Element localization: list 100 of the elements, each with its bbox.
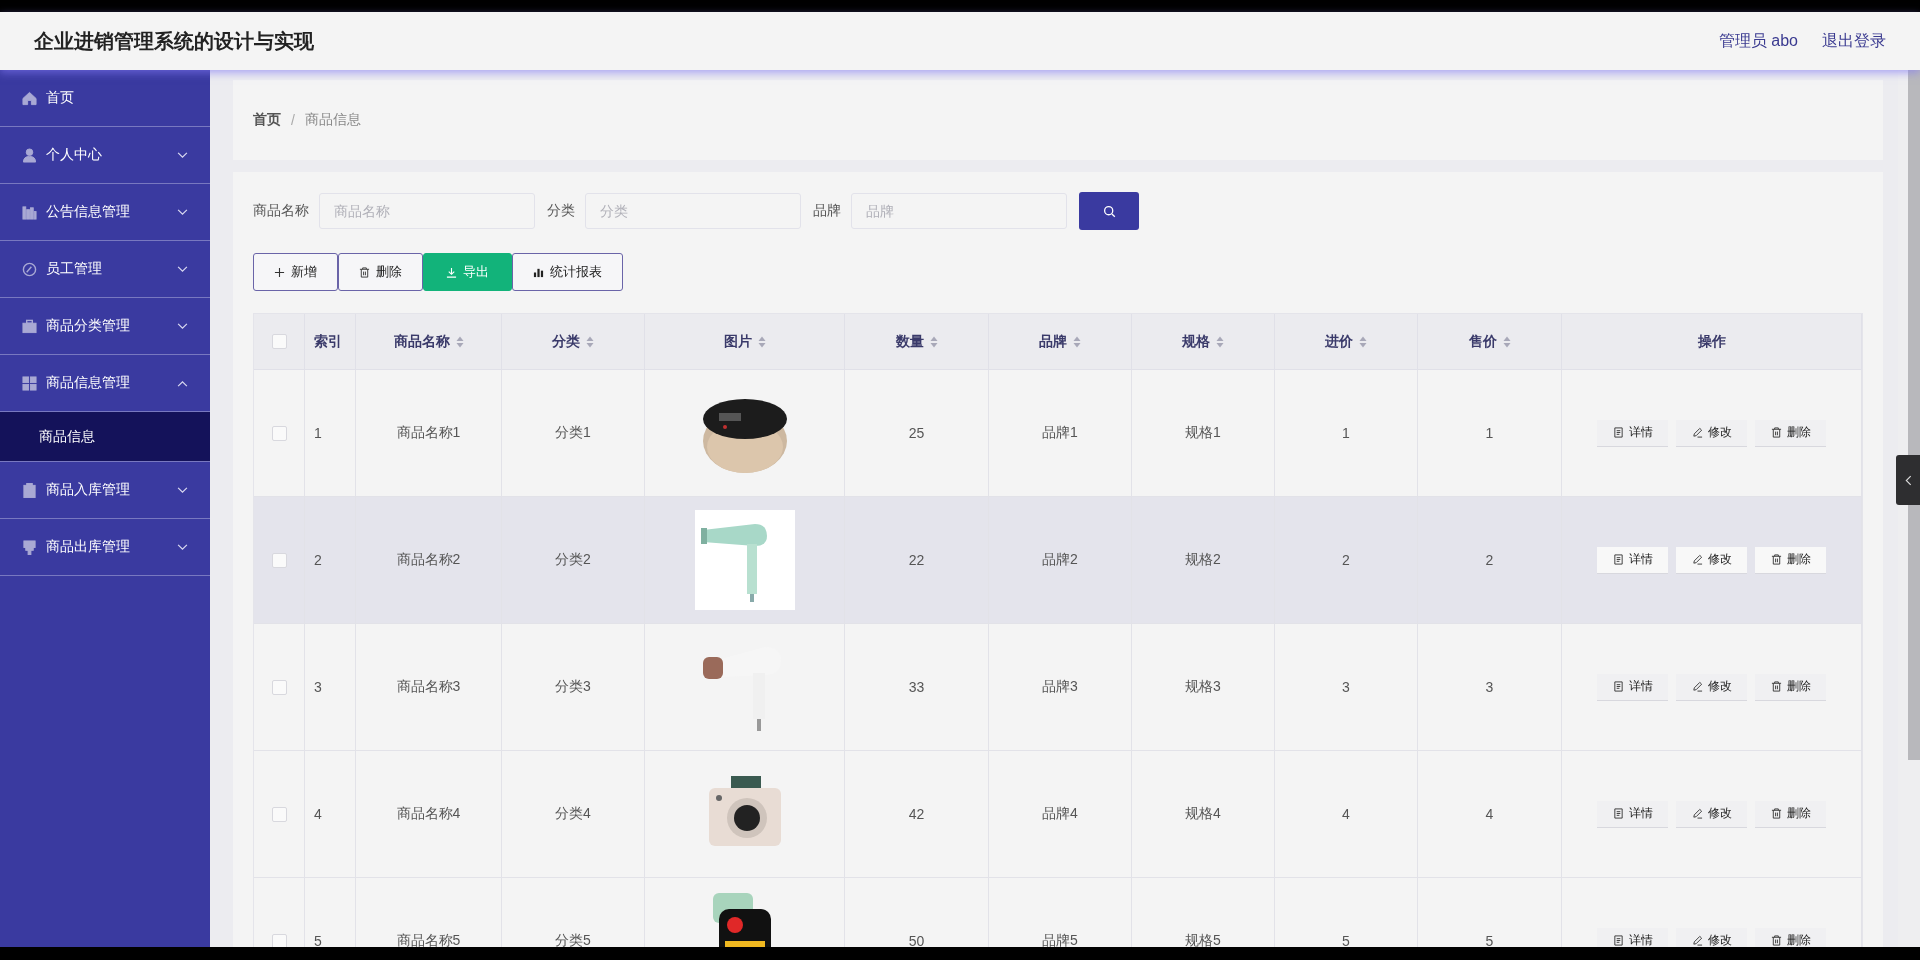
sort-icon[interactable] xyxy=(757,335,766,348)
index-cell: 5 xyxy=(314,933,322,947)
delete-button[interactable]: 删除 xyxy=(338,253,423,291)
sidebar-item[interactable]: 首页 xyxy=(0,70,210,127)
chevron-down-icon xyxy=(177,151,188,159)
pencil-icon xyxy=(1691,554,1703,565)
row-checkbox[interactable] xyxy=(271,425,287,441)
collapse-tab[interactable] xyxy=(1896,455,1920,505)
logout-link[interactable]: 退出登录 xyxy=(1822,30,1886,52)
spec-cell: 规格3 xyxy=(1185,678,1221,696)
sidebar-item[interactable]: 商品出库管理 xyxy=(0,519,210,576)
user-name: 管理员 abo xyxy=(1718,30,1798,51)
sort-icon[interactable] xyxy=(929,335,938,348)
cost-cell: 5 xyxy=(1342,933,1350,947)
sidebar-item[interactable]: 商品入库管理 xyxy=(0,462,210,519)
pencil-icon xyxy=(1691,808,1703,819)
field-label: 商品名称 xyxy=(253,202,309,220)
category-cell: 分类4 xyxy=(555,805,591,823)
sort-icon[interactable] xyxy=(1359,335,1367,348)
trash-icon xyxy=(1770,808,1782,819)
detail-button[interactable]: 详情 xyxy=(1597,419,1668,447)
category-cell: 分类3 xyxy=(555,678,591,696)
briefcase-icon xyxy=(22,318,37,334)
search-button[interactable] xyxy=(1079,192,1139,230)
chevron-up-icon xyxy=(177,379,188,387)
delete-button[interactable]: 删除 xyxy=(1755,419,1826,447)
spec-cell: 规格2 xyxy=(1185,551,1221,569)
edit-button[interactable]: 修改 xyxy=(1676,927,1747,947)
edit-button[interactable]: 修改 xyxy=(1676,673,1747,701)
spec-cell: 规格1 xyxy=(1185,424,1221,442)
search-icon xyxy=(1102,204,1116,218)
sidebar-subitem[interactable]: 商品信息 xyxy=(0,412,210,462)
name-cell: 商品名称2 xyxy=(396,551,461,569)
document-icon xyxy=(1612,808,1624,819)
row-checkbox[interactable] xyxy=(271,679,287,695)
spec-cell: 规格5 xyxy=(1185,932,1221,947)
row-checkbox[interactable] xyxy=(271,552,287,568)
search-field[interactable]: 品牌 xyxy=(851,193,1067,229)
search-field[interactable]: 分类 xyxy=(585,193,801,229)
column-header: 图片 xyxy=(723,332,752,351)
breadcrumb-link[interactable]: 首页 xyxy=(253,111,281,129)
column-header: 数量 xyxy=(895,332,924,351)
row-checkbox[interactable] xyxy=(271,933,287,947)
sort-icon[interactable] xyxy=(1073,335,1081,348)
name-cell: 商品名称4 xyxy=(396,805,461,823)
table-row[interactable]: 3 商品名称3 分类3 33 品牌3 规格3 3 3 详情 修改 删除 xyxy=(254,624,1862,751)
row-checkbox[interactable] xyxy=(271,806,287,822)
cost-cell: 4 xyxy=(1342,806,1350,822)
sidebar-item[interactable]: 商品分类管理 xyxy=(0,298,210,355)
column-header: 分类 xyxy=(552,332,580,351)
sort-icon[interactable] xyxy=(1216,335,1224,348)
sidebar-item[interactable]: 公告信息管理 xyxy=(0,184,210,241)
sort-icon[interactable] xyxy=(455,335,464,348)
table-row[interactable]: 2 商品名称2 分类2 22 品牌2 规格2 2 2 详情 修改 删除 xyxy=(254,497,1862,624)
document-icon xyxy=(1612,935,1624,946)
column-header: 操作 xyxy=(1697,332,1726,351)
trash-icon xyxy=(359,266,370,278)
detail-button[interactable]: 详情 xyxy=(1597,673,1668,701)
detail-button[interactable]: 详情 xyxy=(1597,800,1668,828)
delete-button[interactable]: 删除 xyxy=(1755,673,1826,701)
chevron-left-icon xyxy=(1904,474,1912,486)
delete-button[interactable]: 删除 xyxy=(1755,800,1826,828)
breadcrumb-separator: / xyxy=(291,112,295,128)
detail-button[interactable]: 详情 xyxy=(1597,546,1668,574)
brand-cell: 品牌5 xyxy=(1042,932,1078,947)
sort-icon[interactable] xyxy=(586,335,594,348)
field-label: 分类 xyxy=(547,202,575,220)
cost-cell: 2 xyxy=(1342,552,1350,568)
sidebar-item[interactable]: 个人中心 xyxy=(0,127,210,184)
select-all-checkbox[interactable] xyxy=(271,334,287,349)
quantity-cell: 50 xyxy=(908,933,925,947)
delete-button[interactable]: 删除 xyxy=(1755,546,1826,574)
table-row[interactable]: 4 商品名称4 分类4 42 品牌4 规格4 4 4 详情 修改 删除 xyxy=(254,751,1862,878)
edit-button[interactable]: 修改 xyxy=(1676,800,1747,828)
sidebar-item[interactable]: 员工管理 xyxy=(0,241,210,298)
column-header: 售价 xyxy=(1468,332,1497,351)
app-title: 企业进销管理系统的设计与实现 xyxy=(34,28,314,54)
field-label: 品牌 xyxy=(813,202,841,220)
brand-cell: 品牌2 xyxy=(1042,551,1078,569)
price-cell: 1 xyxy=(1485,425,1494,441)
pencil-icon xyxy=(1691,935,1703,946)
add-button[interactable]: 新增 xyxy=(253,253,338,291)
table-row[interactable]: 1 商品名称1 分类1 25 品牌1 规格1 1 1 详情 修改 删除 xyxy=(254,370,1862,497)
detail-button[interactable]: 详情 xyxy=(1597,927,1668,947)
column-header: 索引 xyxy=(314,332,342,351)
delete-button[interactable]: 删除 xyxy=(1755,927,1826,947)
category-cell: 分类5 xyxy=(555,932,591,947)
brand-cell: 品牌4 xyxy=(1042,805,1078,823)
edit-button[interactable]: 修改 xyxy=(1676,546,1747,574)
home-icon xyxy=(22,90,37,106)
brand-cell: 品牌1 xyxy=(1042,424,1078,442)
edit-button[interactable]: 修改 xyxy=(1676,419,1747,447)
quantity-cell: 33 xyxy=(908,679,925,695)
sort-icon[interactable] xyxy=(1502,335,1511,348)
document-icon xyxy=(1612,427,1624,438)
index-cell: 1 xyxy=(314,425,322,441)
cost-cell: 1 xyxy=(1342,425,1350,441)
report-button[interactable]: 统计报表 xyxy=(512,253,623,291)
search-field[interactable]: 商品名称 xyxy=(319,193,535,229)
price-cell: 4 xyxy=(1485,806,1494,822)
